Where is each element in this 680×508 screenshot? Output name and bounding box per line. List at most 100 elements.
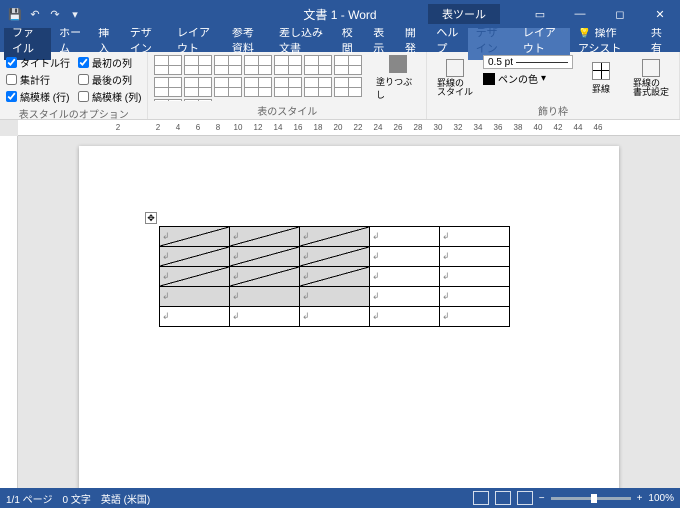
zoom-out-button[interactable]: − xyxy=(539,493,545,504)
option-最初の列[interactable]: 最初の列 xyxy=(78,55,141,70)
table-style-thumb[interactable] xyxy=(184,55,212,75)
workspace: ✥ ↲↲↲↲↲↲↲↲↲↲↲↲↲↲↲↲↲↲↲↲↲↲↲↲↲ xyxy=(0,136,680,488)
pen-color-button[interactable]: ペンの色 ▾ xyxy=(483,71,573,86)
checkbox[interactable] xyxy=(6,57,17,68)
border-painter-button[interactable]: 罫線の 書式設定 xyxy=(629,55,673,101)
border-styles-button[interactable]: 罫線の スタイル xyxy=(433,55,477,101)
page[interactable]: ✥ ↲↲↲↲↲↲↲↲↲↲↲↲↲↲↲↲↲↲↲↲↲↲↲↲↲ xyxy=(79,146,619,488)
table-style-thumb[interactable] xyxy=(184,99,212,101)
border-styles-icon xyxy=(446,59,464,77)
table-cell[interactable]: ↲ xyxy=(370,267,440,287)
ruler-mark: 20 xyxy=(328,123,348,132)
horizontal-ruler[interactable]: 2246810121416182022242628303234363840424… xyxy=(18,120,680,136)
maximize-button[interactable]: ◻ xyxy=(600,0,640,28)
ruler-mark: 14 xyxy=(268,123,288,132)
option-縞模様 (行)[interactable]: 縞模様 (行) xyxy=(6,89,70,104)
table-cell[interactable]: ↲ xyxy=(230,227,300,247)
qat-more-icon[interactable]: ▾ xyxy=(68,7,82,21)
table-cell[interactable]: ↲ xyxy=(160,307,230,327)
pen-color-icon xyxy=(483,73,495,85)
save-icon[interactable]: 💾 xyxy=(8,7,22,21)
table-cell[interactable]: ↲ xyxy=(160,227,230,247)
checkbox[interactable] xyxy=(6,91,17,102)
option-縞模様 (列)[interactable]: 縞模様 (列) xyxy=(78,89,141,104)
option-最後の列[interactable]: 最後の列 xyxy=(78,72,141,87)
shading-icon xyxy=(389,55,407,73)
zoom-slider[interactable] xyxy=(551,497,631,500)
table-style-thumb[interactable] xyxy=(154,55,182,75)
borders-icon xyxy=(592,62,610,80)
table-style-thumb[interactable] xyxy=(304,55,332,75)
table-cell[interactable]: ↲ xyxy=(300,307,370,327)
checkbox[interactable] xyxy=(6,74,17,85)
table-cell[interactable]: ↲ xyxy=(160,267,230,287)
view-web-icon[interactable] xyxy=(517,491,533,505)
document-table[interactable]: ↲↲↲↲↲↲↲↲↲↲↲↲↲↲↲↲↲↲↲↲↲↲↲↲↲ xyxy=(159,226,510,327)
table-cell[interactable]: ↲ xyxy=(440,287,510,307)
table-cell[interactable]: ↲ xyxy=(160,247,230,267)
checkbox[interactable] xyxy=(78,74,89,85)
table-cell[interactable]: ↲ xyxy=(300,267,370,287)
table-cell[interactable]: ↲ xyxy=(440,247,510,267)
table-style-thumb[interactable] xyxy=(214,77,242,97)
table-cell[interactable]: ↲ xyxy=(300,287,370,307)
view-print-icon[interactable] xyxy=(495,491,511,505)
table-style-thumb[interactable] xyxy=(184,77,212,97)
table-style-thumb[interactable] xyxy=(154,99,182,101)
table-cell[interactable]: ↲ xyxy=(230,287,300,307)
pen-weight-selector[interactable]: 0.5 pt xyxy=(483,55,573,69)
borders-button[interactable]: 罫線 xyxy=(579,55,623,101)
table-style-thumb[interactable] xyxy=(244,77,272,97)
view-read-icon[interactable] xyxy=(473,491,489,505)
table-cell[interactable]: ↲ xyxy=(230,267,300,287)
table-cell[interactable]: ↲ xyxy=(440,267,510,287)
table-cell[interactable]: ↲ xyxy=(370,247,440,267)
table-cell[interactable]: ↲ xyxy=(440,227,510,247)
table-cell[interactable]: ↲ xyxy=(440,307,510,327)
checkbox[interactable] xyxy=(78,91,89,102)
document-canvas[interactable]: ✥ ↲↲↲↲↲↲↲↲↲↲↲↲↲↲↲↲↲↲↲↲↲↲↲↲↲ xyxy=(18,136,680,488)
table-cell[interactable]: ↲ xyxy=(370,287,440,307)
table-style-thumb[interactable] xyxy=(304,77,332,97)
group-label-table-styles: 表のスタイル xyxy=(154,101,420,118)
status-language[interactable]: 英語 (米国) xyxy=(101,491,150,506)
table-cell[interactable]: ↲ xyxy=(160,287,230,307)
table-cell[interactable]: ↲ xyxy=(300,227,370,247)
table-style-thumb[interactable] xyxy=(274,77,302,97)
group-table-styles: 塗りつぶし 表のスタイル xyxy=(148,52,427,119)
ribbon-options-icon[interactable]: ▭ xyxy=(520,0,560,28)
table-cell[interactable]: ↲ xyxy=(230,307,300,327)
shading-button[interactable]: 塗りつぶし xyxy=(376,55,420,101)
ribbon-tabs: ファイル ホーム挿入デザインレイアウト参考資料差し込み文書校閲表示開発ヘルプ デ… xyxy=(0,28,680,52)
option-label: 縞模様 (行) xyxy=(20,89,69,104)
table-style-thumb[interactable] xyxy=(244,55,272,75)
option-label: タイトル行 xyxy=(20,55,70,70)
table-style-thumb[interactable] xyxy=(274,55,302,75)
table-style-thumb[interactable] xyxy=(334,55,362,75)
vertical-ruler[interactable] xyxy=(0,136,18,488)
option-タイトル行[interactable]: タイトル行 xyxy=(6,55,70,70)
zoom-level[interactable]: 100% xyxy=(648,493,674,504)
status-page[interactable]: 1/1 ページ xyxy=(6,491,52,506)
zoom-in-button[interactable]: + xyxy=(637,493,643,504)
redo-icon[interactable]: ↷ xyxy=(48,7,62,21)
table-style-thumb[interactable] xyxy=(334,77,362,97)
undo-icon[interactable]: ↶ xyxy=(28,7,42,21)
close-button[interactable]: ✕ xyxy=(640,0,680,28)
border-painter-label: 罫線の 書式設定 xyxy=(633,79,669,97)
table-style-thumb[interactable] xyxy=(214,55,242,75)
table-move-handle-icon[interactable]: ✥ xyxy=(145,212,157,224)
option-集計行[interactable]: 集計行 xyxy=(6,72,70,87)
status-words[interactable]: 0 文字 xyxy=(62,491,90,506)
ruler-mark: 32 xyxy=(448,123,468,132)
border-painter-icon xyxy=(642,59,660,77)
minimize-button[interactable]: — xyxy=(560,0,600,28)
table-cell[interactable]: ↲ xyxy=(300,247,370,267)
table-style-gallery[interactable] xyxy=(154,55,372,101)
table-cell[interactable]: ↲ xyxy=(370,227,440,247)
table-style-thumb[interactable] xyxy=(154,77,182,97)
ruler-mark: 4 xyxy=(168,123,188,132)
checkbox[interactable] xyxy=(78,57,89,68)
table-cell[interactable]: ↲ xyxy=(370,307,440,327)
table-cell[interactable]: ↲ xyxy=(230,247,300,267)
